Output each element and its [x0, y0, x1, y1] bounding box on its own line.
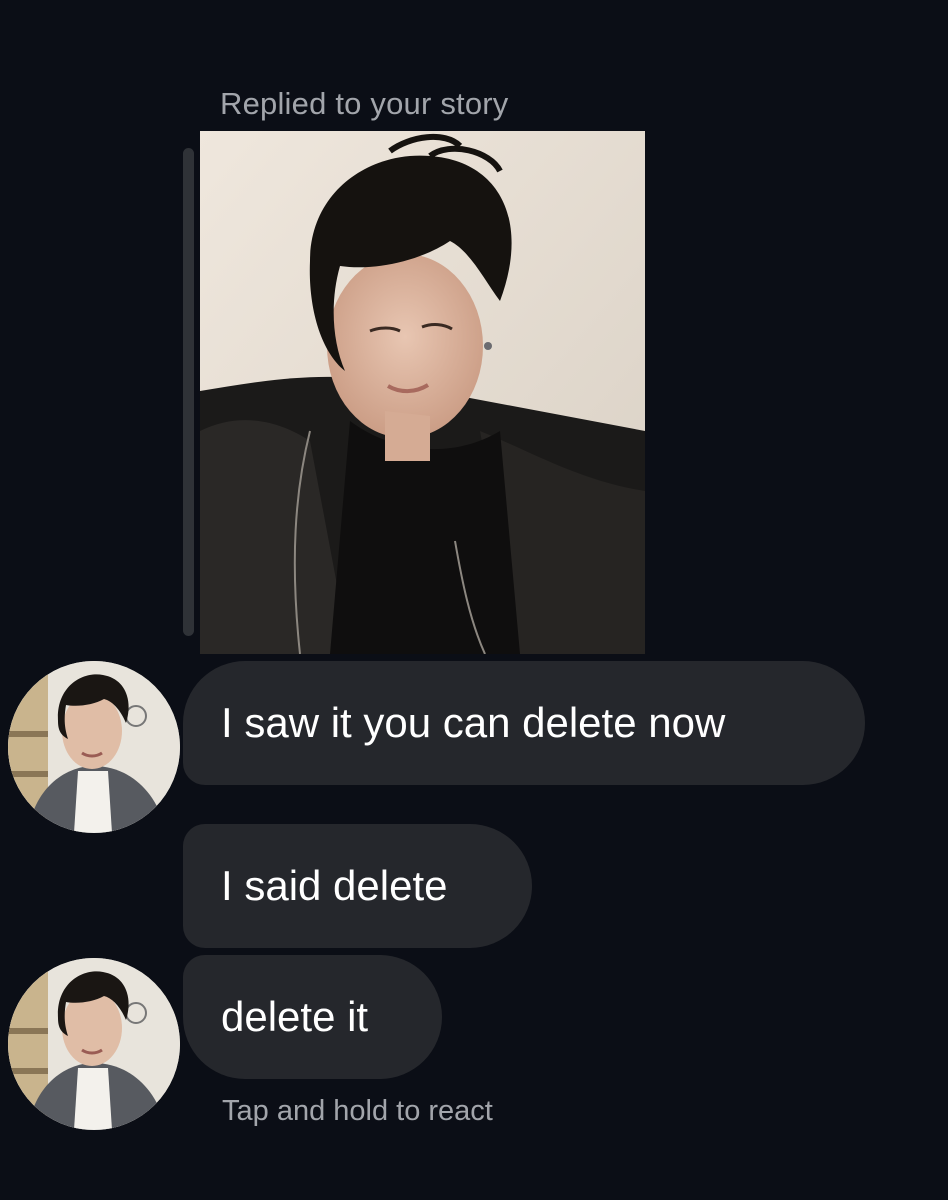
avatar-photo	[8, 958, 180, 1130]
message-text: I said delete	[221, 862, 448, 909]
reply-label: Replied to your story	[220, 86, 509, 121]
message-bubble-1[interactable]: I saw it you can delete now	[183, 661, 865, 785]
react-hint: Tap and hold to react	[222, 1095, 493, 1127]
avatar-photo	[8, 661, 180, 833]
story-image[interactable]	[200, 131, 645, 654]
story-photo	[200, 131, 645, 654]
message-bubble-3[interactable]: delete it	[183, 955, 442, 1079]
message-text: delete it	[221, 993, 369, 1040]
message-bubble-2[interactable]: I said delete	[183, 824, 532, 948]
message-text: I saw it you can delete now	[221, 699, 726, 746]
contact-avatar[interactable]	[8, 958, 180, 1130]
contact-avatar[interactable]	[8, 661, 180, 833]
reply-bar	[183, 148, 194, 636]
